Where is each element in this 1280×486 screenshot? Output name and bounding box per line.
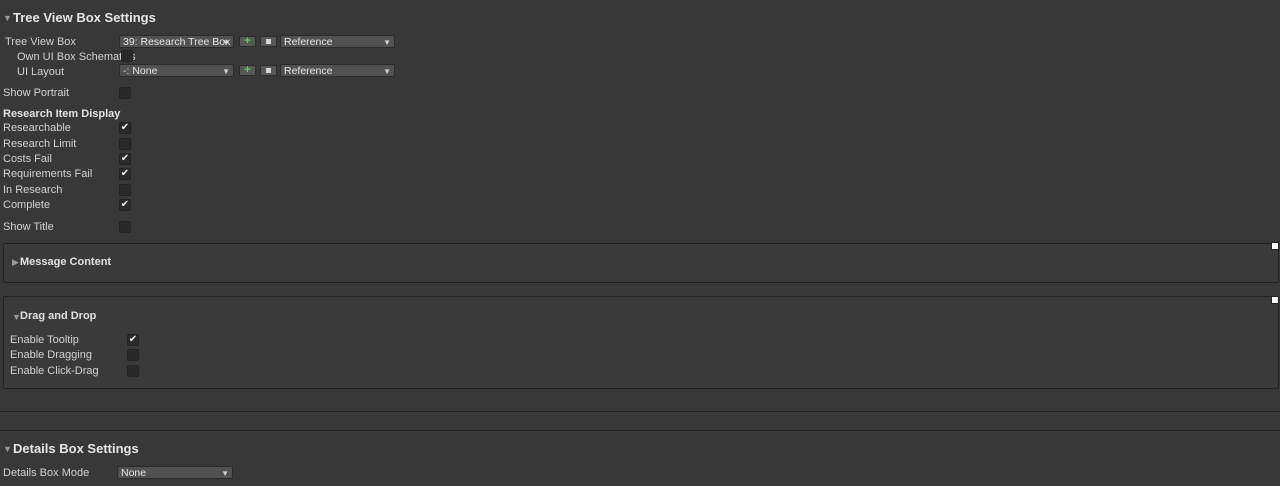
panel-corner-handle[interactable]: [1271, 242, 1279, 250]
research-limit-checkbox[interactable]: [119, 138, 131, 150]
in-research-label: In Research: [3, 184, 63, 196]
square-icon: [266, 39, 271, 44]
enable-dragging-checkbox[interactable]: [127, 349, 139, 361]
ui-layout-select[interactable]: -: None ▼: [119, 64, 234, 77]
chevron-down-icon: ▼: [383, 67, 391, 76]
show-title-label: Show Title: [3, 221, 54, 233]
show-title-checkbox[interactable]: [119, 221, 131, 233]
complete-checkbox[interactable]: ✔: [119, 199, 131, 211]
research-item-display-heading: Research Item Display: [3, 108, 121, 120]
drag-and-drop-panel: ▼ Drag and Drop Enable Tooltip ✔ Enable …: [3, 296, 1279, 389]
drag-and-drop-foldout[interactable]: Drag and Drop: [20, 310, 96, 322]
details-box-mode-select[interactable]: None ▼: [117, 466, 233, 479]
tree-view-box-select-value: 39: Research Tree Box: [123, 36, 231, 48]
collapsed-icon[interactable]: ▶: [12, 257, 19, 268]
own-ui-box-schematics-checkbox[interactable]: [121, 50, 133, 62]
section-divider: [0, 430, 1280, 431]
message-content-foldout[interactable]: Message Content: [20, 256, 111, 268]
researchable-checkbox[interactable]: ✔: [119, 122, 131, 134]
complete-label: Complete: [3, 199, 51, 211]
tree-view-box-settings-header[interactable]: Tree View Box Settings: [13, 10, 156, 25]
chevron-down-icon: ▼: [221, 469, 229, 478]
enable-click-drag-checkbox[interactable]: [127, 365, 139, 377]
tree-view-box-label: Tree View Box: [5, 36, 76, 48]
add-tree-view-box-button[interactable]: +: [239, 36, 256, 47]
research-limit-label: Research Limit: [3, 138, 77, 150]
enable-click-drag-label: Enable Click-Drag: [10, 365, 99, 377]
enable-tooltip-label: Enable Tooltip: [10, 334, 79, 346]
ui-layout-label: UI Layout: [17, 66, 65, 78]
show-portrait-checkbox[interactable]: [119, 87, 131, 99]
reference-select-value: Reference: [284, 65, 333, 77]
tree-view-box-reference-select[interactable]: Reference ▼: [280, 35, 395, 48]
tree-view-box-select[interactable]: 39: Research Tree Box ▼: [119, 35, 234, 48]
costs-fail-checkbox[interactable]: ✔: [119, 153, 131, 165]
researchable-label: Researchable: [3, 122, 71, 134]
details-box-mode-label: Details Box Mode: [3, 467, 90, 479]
section-expanded-icon[interactable]: ▼: [3, 444, 12, 454]
reference-select-value: Reference: [284, 36, 333, 48]
enable-dragging-label: Enable Dragging: [10, 349, 92, 361]
ui-layout-reference-select[interactable]: Reference ▼: [280, 64, 395, 77]
open-ui-layout-button[interactable]: [260, 65, 277, 76]
chevron-down-icon: ▼: [383, 38, 391, 47]
ui-layout-select-value: -: None: [123, 65, 158, 77]
open-tree-view-box-button[interactable]: [260, 36, 277, 47]
details-box-settings-header[interactable]: Details Box Settings: [13, 441, 139, 456]
section-divider: [0, 411, 1280, 412]
add-ui-layout-button[interactable]: +: [239, 65, 256, 76]
message-content-panel: ▶ Message Content: [3, 243, 1279, 283]
costs-fail-label: Costs Fail: [3, 153, 52, 165]
chevron-down-icon: ▼: [222, 38, 230, 47]
requirements-fail-checkbox[interactable]: ✔: [119, 168, 131, 180]
details-box-mode-value: None: [121, 467, 147, 479]
enable-tooltip-checkbox[interactable]: ✔: [127, 334, 139, 346]
show-portrait-label: Show Portrait: [3, 87, 70, 99]
requirements-fail-label: Requirements Fail: [3, 168, 93, 180]
square-icon: [266, 68, 271, 73]
panel-corner-handle[interactable]: [1271, 296, 1279, 304]
section-expanded-icon[interactable]: ▼: [3, 13, 12, 23]
chevron-down-icon: ▼: [222, 67, 230, 76]
own-ui-box-schematics-label: Own UI Box Schematics: [17, 51, 136, 63]
in-research-checkbox[interactable]: [119, 184, 131, 196]
